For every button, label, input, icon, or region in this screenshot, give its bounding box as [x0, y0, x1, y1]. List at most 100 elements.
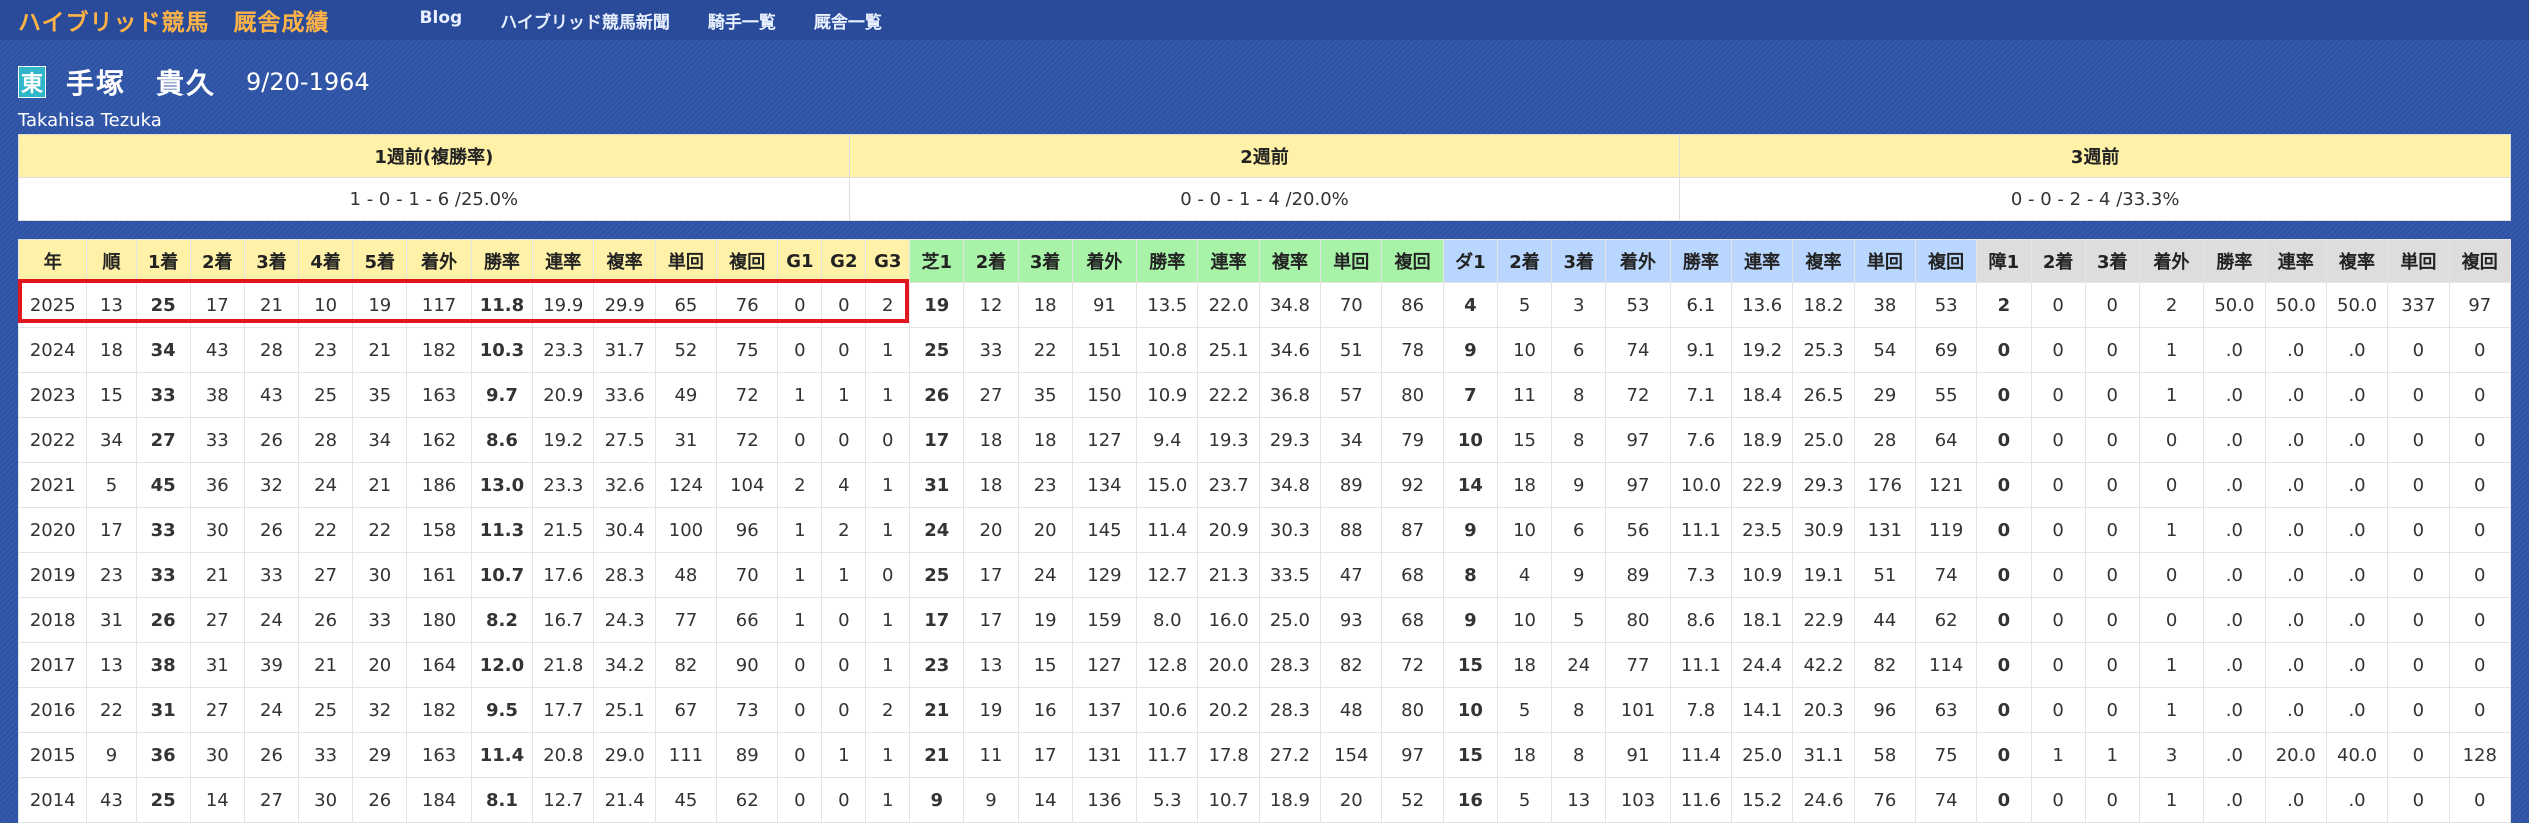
year-cell: 2024 [17, 327, 88, 373]
stat-cell: 0 [2084, 597, 2140, 643]
stat-cell: 180 [406, 597, 472, 643]
stat-cell: 30 [352, 552, 408, 598]
stat-cell: 25.0 [1792, 417, 1855, 463]
stat-cell: 114 [1914, 642, 1978, 688]
stat-cell: 27 [189, 597, 245, 643]
stat-cell: 23.3 [532, 327, 595, 373]
stat-cell: 35 [352, 372, 408, 418]
stat-cell: 18 [1496, 462, 1553, 508]
stat-cell: 28.3 [593, 552, 656, 598]
stat-cell: 1 [821, 552, 867, 598]
stat-cell: 10.6 [1136, 687, 1199, 733]
year-cell: 2018 [17, 597, 88, 643]
year-cell: 2025 [17, 282, 88, 328]
stat-cell: 24.3 [593, 597, 656, 643]
stat-cell: 24 [909, 507, 965, 553]
year-cell: 2016 [17, 687, 88, 733]
stat-cell: 72 [1381, 642, 1444, 688]
stat-cell: 8 [1551, 732, 1607, 778]
stat-cell: 154 [1320, 732, 1383, 778]
stat-cell: 68 [1381, 597, 1444, 643]
stat-cell: 52 [654, 327, 718, 373]
stat-cell: 93 [1320, 597, 1383, 643]
stat-cell: 11.4 [1136, 507, 1199, 553]
stats-header-cell: 2着 [189, 239, 245, 283]
stat-cell: .0 [2325, 642, 2389, 688]
stat-cell: .0 [2325, 552, 2389, 598]
stat-cell: 0 [2030, 597, 2086, 643]
stat-cell: 4 [1496, 552, 1553, 598]
stat-cell: 0 [2387, 642, 2450, 688]
stat-cell: .0 [2264, 372, 2327, 418]
stat-cell: 1 [865, 462, 911, 508]
stat-cell: 0 [2387, 462, 2450, 508]
stat-cell: 62 [1914, 597, 1978, 643]
stat-cell: 11.1 [1669, 507, 1733, 553]
stat-cell: 2 [777, 462, 823, 508]
table-row: 2017 13 38 31 39 21 20 164 12.0 21.8 34.2 82 90 0 0 1 23… [17, 642, 2512, 688]
nav-link-jockey-list[interactable]: 騎手一覧 [708, 8, 776, 33]
stat-cell: 21 [189, 552, 245, 598]
stat-cell: 25 [909, 552, 965, 598]
stat-cell: 0 [2084, 327, 2140, 373]
stat-cell: 97 [1605, 417, 1671, 463]
stat-cell: 30 [189, 732, 245, 778]
stat-cell: 21 [298, 642, 354, 688]
stat-cell: 48 [654, 552, 718, 598]
stats-header-cell: G2 [821, 239, 867, 283]
week1-header: 1週前(複勝率) [18, 134, 850, 178]
stat-cell: 31 [189, 642, 245, 688]
stat-cell: 72 [716, 417, 779, 463]
stat-cell: 2 [1976, 282, 2032, 328]
stats-header-cell: 3着 [1551, 239, 1607, 283]
stat-cell: 0 [2030, 642, 2086, 688]
stat-cell: 7 [1442, 372, 1498, 418]
stat-cell: 0 [2387, 417, 2450, 463]
stat-cell: 82 [1320, 642, 1383, 688]
stat-cell: 0 [2448, 687, 2512, 733]
stat-cell: 32.6 [593, 462, 656, 508]
stat-cell: 11.3 [470, 507, 534, 553]
stat-cell: 31 [86, 597, 137, 643]
stat-cell: 2 [865, 687, 911, 733]
stat-cell: 0 [2387, 507, 2450, 553]
stat-cell: 27 [963, 372, 1019, 418]
stat-cell: 8.2 [470, 597, 534, 643]
stat-cell: 0 [2084, 507, 2140, 553]
site-title[interactable]: ハイブリッド競馬 [18, 3, 210, 37]
nav-link-newspaper[interactable]: ハイブリッド競馬新聞 [500, 8, 670, 33]
stats-header-cell: 3着 [1017, 239, 1073, 283]
stat-cell: 21.3 [1197, 552, 1260, 598]
stat-cell: 51 [1320, 327, 1383, 373]
year-cell: 2022 [17, 417, 88, 463]
stat-cell: 186 [406, 462, 472, 508]
stat-cell: 8.6 [470, 417, 534, 463]
stats-header-cell: 複回 [1381, 239, 1444, 283]
site-section-title: 厩舎成績 [233, 10, 330, 36]
nav-link-blog[interactable]: Blog [420, 8, 463, 33]
stat-cell: 36.8 [1258, 372, 1322, 418]
stat-cell: 54 [1853, 327, 1917, 373]
stat-cell: 25.0 [1258, 597, 1322, 643]
nav-link-stable-list[interactable]: 厩舎一覧 [814, 8, 882, 33]
stat-cell: 9.5 [470, 687, 534, 733]
stat-cell: 23.5 [1731, 507, 1794, 553]
stats-header-cell: 着外 [1071, 239, 1138, 283]
stat-cell: 8.0 [1136, 597, 1199, 643]
stat-cell: 56 [1605, 507, 1671, 553]
stat-cell: 13 [963, 642, 1019, 688]
stat-cell: 22 [1017, 327, 1073, 373]
stat-cell: 7.6 [1669, 417, 1733, 463]
stat-cell: .0 [2203, 507, 2266, 553]
stat-cell: 18 [1017, 282, 1073, 328]
stat-cell: 82 [1853, 642, 1917, 688]
table-row: 2022 34 27 33 26 28 34 162 8.6 19.2 27.5 31 72 0 0 0 17 1… [17, 417, 2512, 463]
stat-cell: 1 [2138, 507, 2205, 553]
stat-cell: 19 [963, 687, 1019, 733]
stat-cell: .0 [2264, 462, 2327, 508]
stat-cell: 19 [1017, 597, 1073, 643]
stat-cell: 0 [2084, 417, 2140, 463]
stat-cell: 0 [2448, 597, 2512, 643]
stats-header-cell: 連率 [2264, 239, 2327, 283]
stat-cell: 24 [243, 687, 300, 733]
